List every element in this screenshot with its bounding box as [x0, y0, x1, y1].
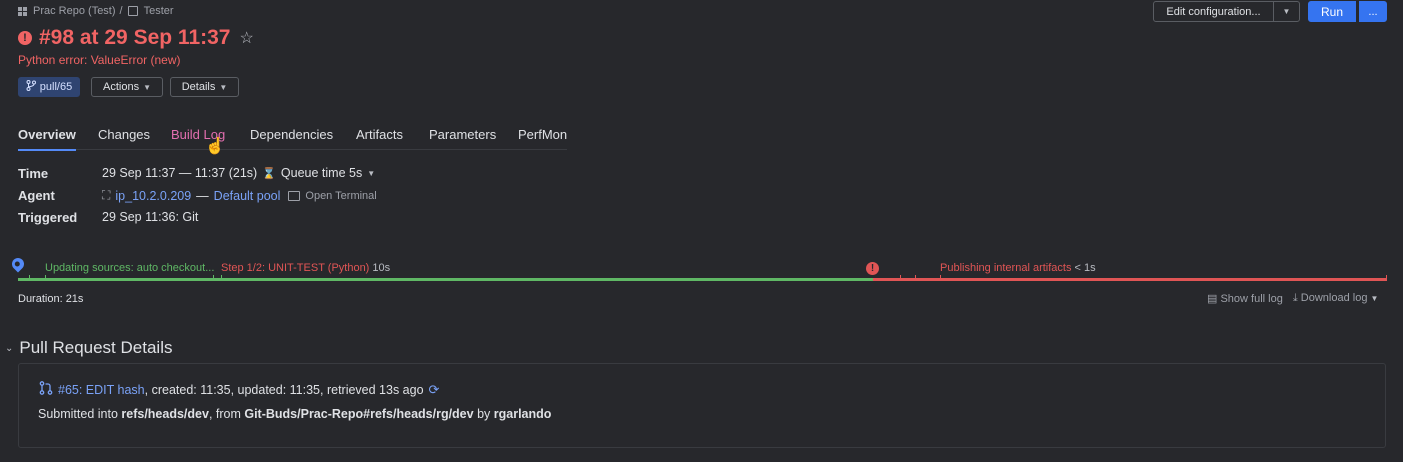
- chevron-down-icon: ▼: [143, 82, 151, 92]
- agent-link[interactable]: ip_10.2.0.209: [115, 189, 191, 203]
- build-config-icon: [127, 6, 138, 16]
- section-title: Pull Request Details: [19, 338, 173, 357]
- terminal-icon: [288, 190, 301, 201]
- time-label: Time: [18, 166, 49, 181]
- show-full-log-label: Show full log: [1220, 293, 1283, 305]
- tab-overview[interactable]: Overview: [18, 127, 76, 151]
- error-summary[interactable]: Python error: ValueError (new): [18, 53, 181, 67]
- triggered-value: 29 Sep 11:36: Git: [102, 210, 199, 224]
- timeline-tick: [900, 275, 901, 280]
- stage-duration: 10s: [372, 262, 391, 274]
- breadcrumb-config[interactable]: Tester: [144, 5, 174, 17]
- time-value-row: 29 Sep 11:37 — 11:37 (21s) ⌛ Queue time …: [102, 166, 375, 180]
- download-icon: ⤓: [1292, 292, 1298, 304]
- stage-duration: < 1s: [1074, 262, 1096, 274]
- page-title: #98 at 29 Sep 11:37: [39, 26, 231, 49]
- branch-icon: [26, 80, 36, 94]
- timeline-tick: [1386, 275, 1387, 280]
- chevron-down-icon: ▼: [219, 82, 228, 92]
- hourglass-icon: ⌛: [262, 167, 276, 180]
- breadcrumb: Prac Repo (Test) / Tester: [18, 5, 174, 17]
- submitted-prefix: Submitted into: [38, 407, 122, 421]
- download-log-label: Download log: [1300, 292, 1368, 304]
- run-button[interactable]: Run: [1308, 1, 1356, 22]
- refresh-icon[interactable]: ⟳: [429, 382, 440, 398]
- tab-perfmon[interactable]: PerfMon: [518, 127, 567, 149]
- agent-value-row: ⛶ ip_10.2.0.209 — Default pool Open Term…: [102, 188, 377, 203]
- actions-label: Actions: [103, 81, 140, 93]
- tab-parameters[interactable]: Parameters: [429, 127, 496, 149]
- start-pin-icon: [9, 255, 27, 273]
- hand-cursor-icon: ☝: [205, 138, 225, 155]
- edit-configuration-button[interactable]: Edit configuration...: [1153, 1, 1274, 22]
- pull-request-link[interactable]: #65: EDIT hash: [58, 383, 145, 397]
- linux-icon: ⛶: [102, 188, 111, 202]
- tab-artifacts[interactable]: Artifacts: [356, 127, 403, 149]
- error-icon: !: [18, 31, 32, 45]
- log-icon: ▤: [1207, 293, 1218, 305]
- breadcrumb-project[interactable]: Prac Repo (Test): [33, 5, 116, 17]
- branch-button[interactable]: pull/65: [18, 77, 80, 97]
- stage-name: Step 1/2: UNIT-TEST (Python): [221, 262, 370, 274]
- build-title-row: ! #98 at 29 Sep 11:37 ☆: [18, 26, 254, 50]
- timeline-tick: [940, 275, 941, 280]
- triggered-label: Triggered: [18, 210, 78, 225]
- tab-changes[interactable]: Changes: [98, 127, 150, 149]
- open-terminal-link[interactable]: Open Terminal: [305, 190, 376, 202]
- pull-request-icon: [39, 381, 53, 398]
- chevron-down-icon: ⌄: [5, 342, 14, 354]
- timeline-failure-segment: [873, 278, 1387, 281]
- timeline-tick: [29, 275, 30, 280]
- timeline-tick: [45, 275, 46, 280]
- edit-configuration-dropdown[interactable]: ▼: [1273, 1, 1300, 22]
- run-options-button[interactable]: ...: [1359, 1, 1387, 22]
- actions-button[interactable]: Actions ▼: [91, 77, 163, 97]
- build-timeline[interactable]: [18, 275, 1387, 281]
- stage-name: Publishing internal artifacts: [940, 262, 1072, 274]
- details-button[interactable]: Details ▼: [170, 77, 239, 97]
- pull-request-card: [18, 363, 1386, 448]
- branch-label: pull/65: [39, 81, 73, 93]
- timeline-tick: [213, 275, 214, 280]
- timeline-stage-publish[interactable]: Publishing internal artifacts < 1s: [940, 262, 1096, 274]
- queue-time[interactable]: Queue time 5s: [281, 166, 362, 180]
- pull-request-summary: #65: EDIT hash, created: 11:35, updated:…: [39, 381, 439, 398]
- chevron-down-icon: ▼: [367, 168, 376, 178]
- pull-request-submission: Submitted into refs/heads/dev, from Git-…: [38, 407, 551, 421]
- pull-request-meta: , created: 11:35, updated: 11:35, retrie…: [144, 382, 424, 397]
- timeline-stage-unit-test[interactable]: Step 1/2: UNIT-TEST (Python) 10s: [221, 262, 390, 274]
- author: rgarlando: [493, 407, 552, 421]
- project-grid-icon: [18, 6, 27, 16]
- target-branch: refs/heads/dev: [121, 407, 209, 421]
- download-log-link[interactable]: ⤓ Download log ▼: [1293, 292, 1379, 305]
- timeline-stage-checkout[interactable]: Updating sources: auto checkout...: [45, 262, 214, 274]
- breadcrumb-separator: /: [119, 5, 123, 17]
- tab-bar: Overview Changes Build Log Dependencies …: [18, 127, 567, 151]
- failure-marker-icon[interactable]: !: [866, 262, 879, 275]
- agent-pool-link[interactable]: Default pool: [214, 189, 281, 203]
- from-text: , from: [208, 407, 245, 421]
- source-branch: Git-Buds/Prac-Repo#refs/heads/rg/dev: [244, 407, 474, 421]
- pull-request-section-header[interactable]: ⌄ Pull Request Details: [5, 338, 172, 358]
- tab-dependencies[interactable]: Dependencies: [250, 127, 333, 149]
- agent-label: Agent: [18, 188, 55, 203]
- chevron-down-icon: ▼: [1370, 294, 1379, 303]
- star-icon[interactable]: ☆: [239, 28, 253, 48]
- time-value: 29 Sep 11:37 — 11:37 (21s): [102, 166, 258, 180]
- show-full-log-link[interactable]: ▤ Show full log: [1207, 292, 1283, 305]
- timeline-success-segment: [18, 278, 873, 281]
- log-links: ▤ Show full log ⤓ Download log ▼: [1207, 292, 1378, 305]
- details-label: Details: [181, 81, 216, 93]
- chevron-down-icon: ▼: [1282, 7, 1291, 16]
- timeline-tick: [221, 275, 222, 280]
- timeline-tick: [915, 275, 916, 280]
- agent-separator: —: [196, 188, 209, 203]
- by-text: by: [473, 407, 494, 421]
- build-duration: Duration: 21s: [18, 293, 84, 305]
